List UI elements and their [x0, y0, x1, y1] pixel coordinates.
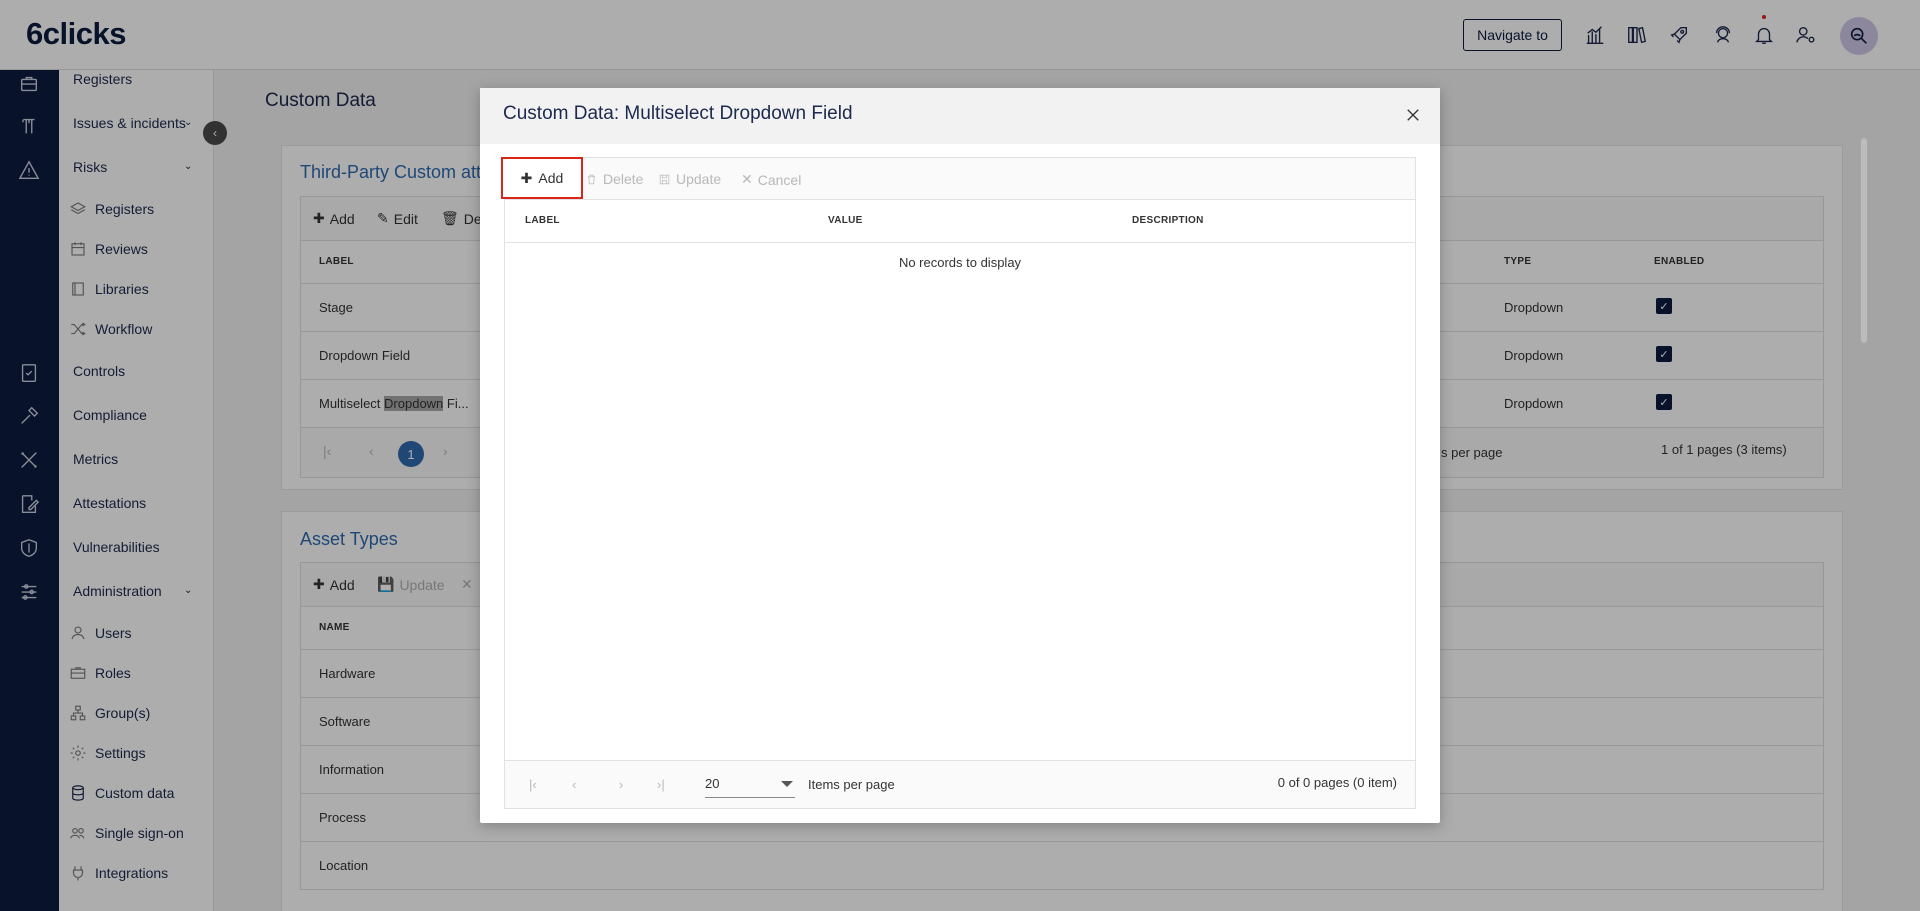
- cancel-label: Cancel: [757, 171, 802, 188]
- add-label: Add: [538, 170, 564, 186]
- grid-header: LABEL VALUE DESCRIPTION: [505, 200, 1415, 243]
- items-per-page-label: Items per page: [808, 777, 895, 792]
- delete-button[interactable]: Delete: [585, 171, 643, 187]
- grid-pager: |‹ ‹ › ›| 20 Items per page 0 of 0 pages…: [505, 760, 1415, 808]
- delete-label: Delete: [603, 171, 644, 187]
- next-page-icon[interactable]: ›: [619, 777, 623, 792]
- column-description[interactable]: DESCRIPTION: [1132, 215, 1204, 226]
- modal-header: Custom Data: Multiselect Dropdown Field: [480, 88, 1440, 144]
- trash-icon: [587, 174, 596, 184]
- page-scrollbar[interactable]: [1861, 138, 1867, 343]
- save-icon: [659, 174, 670, 184]
- last-page-icon[interactable]: ›|: [657, 777, 665, 792]
- custom-data-modal: Custom Data: Multiselect Dropdown Field …: [480, 88, 1440, 823]
- close-button[interactable]: [1400, 102, 1426, 128]
- update-button[interactable]: Update: [658, 171, 721, 187]
- column-value[interactable]: VALUE: [828, 215, 863, 226]
- caret-down-icon: [781, 781, 793, 787]
- update-label: Update: [676, 171, 722, 187]
- prev-page-icon[interactable]: ‹: [572, 777, 576, 792]
- values-grid: ✚ Add Delete Update ✕ Cancel LABEL VALUE…: [501, 157, 1416, 809]
- page-size-select[interactable]: 20: [705, 772, 795, 798]
- page-size-value: 20: [705, 776, 720, 791]
- modal-title: Custom Data: Multiselect Dropdown Field: [503, 103, 853, 124]
- plus-icon: ✚: [520, 169, 533, 186]
- grid-toolbar: ✚ Add Delete Update ✕ Cancel: [501, 157, 1415, 200]
- add-button[interactable]: ✚ Add: [501, 157, 583, 199]
- column-label[interactable]: LABEL: [525, 215, 560, 226]
- cancel-button[interactable]: ✕ Cancel: [741, 171, 801, 188]
- close-icon: ✕: [741, 171, 753, 187]
- page-info: 0 of 0 pages (0 item): [1277, 775, 1397, 790]
- close-icon: [1407, 109, 1419, 121]
- empty-message: No records to display: [898, 255, 1022, 270]
- first-page-icon[interactable]: |‹: [529, 777, 537, 792]
